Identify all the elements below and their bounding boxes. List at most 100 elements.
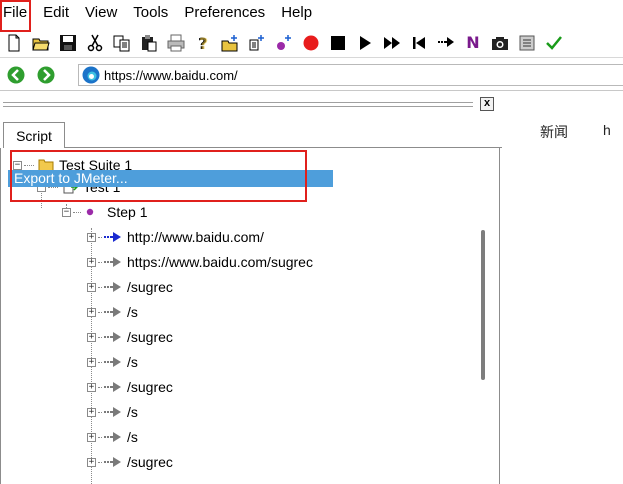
tree-node-request[interactable]: + /sugrec: [87, 326, 173, 348]
tree-connector: [24, 164, 34, 166]
tree-scrollbar[interactable]: [481, 230, 485, 380]
tree-connector: [98, 311, 102, 313]
expand-icon[interactable]: +: [87, 432, 96, 442]
tree-node-request[interactable]: + /sugrec: [87, 276, 173, 298]
add-step-icon[interactable]: [274, 33, 294, 53]
expand-icon[interactable]: +: [87, 357, 96, 367]
collapse-icon[interactable]: −: [13, 160, 22, 170]
request-label: /s: [127, 354, 138, 370]
tree-node-request[interactable]: + /sugrec: [87, 451, 173, 473]
menu-file[interactable]: File: [0, 0, 35, 26]
request-arrow-icon: [104, 282, 121, 292]
request-arrow-icon: [104, 257, 121, 267]
tree-node-request[interactable]: + http://www.baidu.com/: [87, 226, 264, 248]
tab-script[interactable]: Script: [3, 122, 65, 148]
request-label: /sugrec: [127, 454, 173, 470]
list-icon[interactable]: [517, 33, 537, 53]
check-icon[interactable]: [544, 33, 564, 53]
expand-icon[interactable]: +: [87, 332, 96, 342]
add-test-icon[interactable]: [247, 33, 267, 53]
fast-forward-icon[interactable]: [382, 33, 402, 53]
tree-node-request[interactable]: + /sugrec: [87, 376, 173, 398]
menu-tools[interactable]: Tools: [125, 0, 176, 26]
request-arrow-icon: [104, 382, 121, 392]
tab-strip: Script: [0, 122, 502, 148]
tree-connector: [98, 361, 102, 363]
camera-icon[interactable]: [490, 33, 510, 53]
request-arrow-icon: [104, 332, 121, 342]
tree-connector: [98, 286, 102, 288]
tree-node-request[interactable]: + /s: [87, 401, 138, 423]
tree-connector: [98, 261, 102, 263]
svg-text:?: ?: [199, 34, 208, 52]
collapse-icon[interactable]: −: [62, 207, 71, 217]
request-label: /s: [127, 304, 138, 320]
url-bar[interactable]: [78, 64, 623, 86]
pane-grip[interactable]: [3, 106, 473, 107]
tree-node-request[interactable]: + https://www.baidu.com/sugrec: [87, 251, 313, 273]
menu-bar: File Edit View Tools Preferences Help: [0, 0, 623, 26]
edge-browser-icon: [82, 66, 100, 84]
menu-preferences[interactable]: Preferences: [176, 0, 273, 26]
n-icon[interactable]: N: [463, 33, 483, 53]
step-back-icon[interactable]: [409, 33, 429, 53]
partial-link[interactable]: h: [603, 122, 611, 138]
request-label: /sugrec: [127, 329, 173, 345]
back-arrow-icon[interactable]: [7, 66, 25, 84]
tree-connector: [98, 386, 102, 388]
tree-node-request[interactable]: + /s: [87, 426, 138, 448]
pane-header: x: [0, 92, 502, 116]
export-menu-label[interactable]: Export to JMeter...: [14, 170, 128, 187]
request-label: /s: [127, 404, 138, 420]
copy-icon[interactable]: [112, 33, 132, 53]
save-icon[interactable]: [58, 33, 78, 53]
n-label: N: [466, 33, 480, 52]
step-label: Step 1: [107, 204, 148, 220]
stop-icon[interactable]: [328, 33, 348, 53]
expand-icon[interactable]: +: [87, 407, 96, 417]
expand-icon[interactable]: +: [87, 257, 96, 267]
news-link[interactable]: 新闻: [540, 122, 568, 142]
add-suite-icon[interactable]: [220, 33, 240, 53]
request-arrow-icon: [104, 457, 121, 467]
script-pane: x Script − Test Suite 1 − Test 1 − St: [0, 92, 502, 484]
tree-node-request[interactable]: + /s: [87, 301, 138, 323]
request-label: /sugrec: [127, 279, 173, 295]
address-bar: [0, 60, 623, 91]
run-next-icon[interactable]: [436, 33, 456, 53]
request-arrow-active-icon: [104, 232, 121, 242]
expand-icon[interactable]: +: [87, 282, 96, 292]
menu-help[interactable]: Help: [273, 0, 320, 26]
paste-icon[interactable]: [139, 33, 159, 53]
menu-view[interactable]: View: [77, 0, 125, 26]
forward-arrow-icon[interactable]: [37, 66, 55, 84]
expand-icon[interactable]: +: [87, 307, 96, 317]
cut-icon[interactable]: [85, 33, 105, 53]
request-arrow-icon: [104, 357, 121, 367]
toolbar: ?? N: [0, 28, 623, 58]
open-folder-icon[interactable]: [31, 33, 51, 53]
help-icon[interactable]: ??: [193, 33, 213, 53]
request-label: /sugrec: [127, 379, 173, 395]
tree-connector: [98, 436, 102, 438]
request-label: /s: [127, 429, 138, 445]
url-input[interactable]: [104, 67, 584, 83]
tree-node-request[interactable]: + /s: [87, 351, 138, 373]
menu-edit[interactable]: Edit: [35, 0, 77, 26]
expand-icon[interactable]: +: [87, 382, 96, 392]
record-icon[interactable]: [301, 33, 321, 53]
tree-connector: [73, 211, 81, 213]
expand-icon[interactable]: +: [87, 232, 96, 242]
play-icon[interactable]: [355, 33, 375, 53]
request-label: https://www.baidu.com/sugrec: [127, 254, 313, 270]
browser-view: 新闻 h: [512, 92, 623, 484]
tree-node-step[interactable]: − Step 1: [62, 201, 147, 223]
request-arrow-icon: [104, 407, 121, 417]
request-arrow-icon: [104, 432, 121, 442]
pane-grip[interactable]: [3, 102, 473, 103]
expand-icon[interactable]: +: [87, 457, 96, 467]
new-icon[interactable]: [4, 33, 24, 53]
pane-close-button[interactable]: x: [480, 97, 494, 111]
print-icon[interactable]: [166, 33, 186, 53]
step-dot-icon: [86, 208, 94, 216]
